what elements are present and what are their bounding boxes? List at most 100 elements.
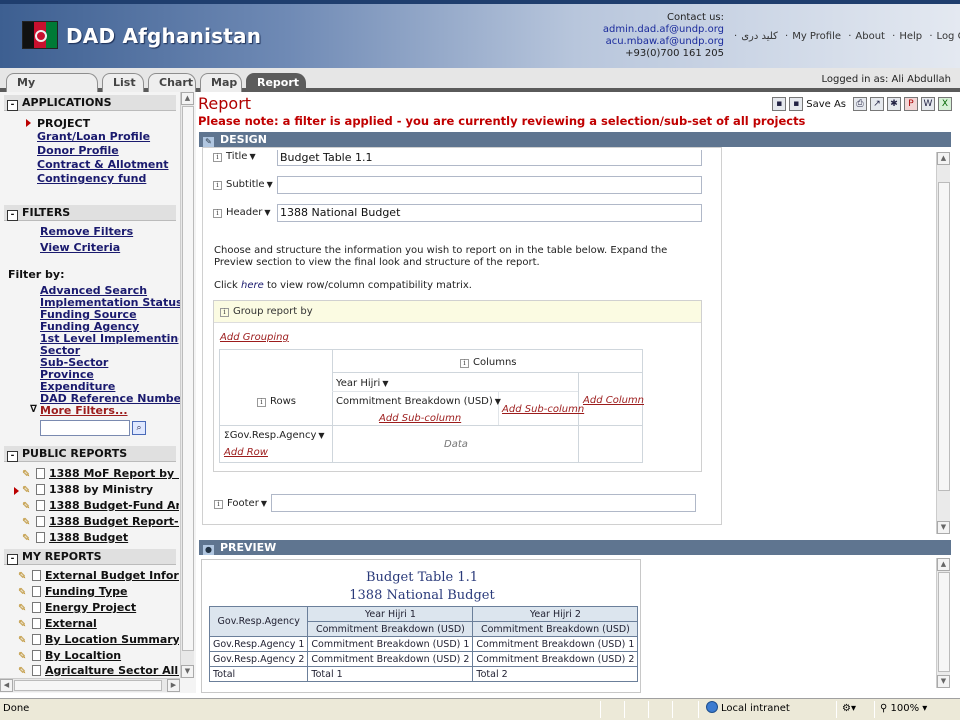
save-icon[interactable]: ▪: [772, 97, 787, 111]
info-icon[interactable]: i: [213, 209, 222, 218]
my-report-item[interactable]: ✎ Funding Type: [18, 585, 179, 600]
scroll-down-arrow-icon[interactable]: ▼: [181, 665, 194, 678]
chevron-down-icon[interactable]: ▼: [495, 397, 501, 406]
info-icon[interactable]: i: [213, 153, 222, 162]
scroll-down-arrow-icon[interactable]: ▼: [937, 675, 950, 688]
header-field-label[interactable]: i Header ▼: [213, 207, 271, 218]
help-link[interactable]: Help: [899, 31, 922, 42]
collapse-toggle-icon[interactable]: -: [7, 451, 18, 462]
save-as-label[interactable]: Save As: [806, 99, 846, 110]
contact-email-2[interactable]: acu.mbaw.af@undp.org: [590, 36, 724, 48]
edit-pencil-icon[interactable]: ✎: [22, 485, 32, 496]
chevron-down-icon[interactable]: ▼: [267, 180, 273, 189]
edit-pencil-icon[interactable]: ✎: [22, 517, 32, 528]
language-link[interactable]: کلید دری: [741, 31, 778, 42]
public-report-item[interactable]: ✎ 1388 Budget Report- I: [22, 515, 179, 530]
info-icon[interactable]: i: [257, 398, 266, 407]
tab-chart[interactable]: Chart: [148, 73, 196, 92]
footer-input[interactable]: [271, 494, 696, 512]
scroll-down-arrow-icon[interactable]: ▼: [937, 521, 950, 534]
edit-pencil-icon[interactable]: ✎: [22, 533, 32, 544]
scroll-right-arrow-icon[interactable]: ▶: [167, 679, 180, 692]
preview-vertical-scrollbar[interactable]: ▲ ▼: [936, 558, 950, 688]
tab-list[interactable]: List: [102, 73, 144, 92]
scroll-thumb[interactable]: [14, 680, 162, 691]
my-report-item[interactable]: ✎External Budget Information: [18, 569, 179, 584]
chevron-down-icon[interactable]: ▼: [318, 431, 324, 440]
contact-email-1[interactable]: admin.dad.af@undp.org: [590, 24, 724, 36]
scroll-up-arrow-icon[interactable]: ▲: [181, 92, 194, 105]
scroll-thumb[interactable]: [938, 182, 950, 491]
edit-pencil-icon[interactable]: ✎: [18, 651, 28, 662]
pdf-export-icon[interactable]: P: [904, 97, 918, 111]
info-icon[interactable]: i: [213, 181, 222, 190]
scroll-up-arrow-icon[interactable]: ▲: [937, 558, 950, 571]
about-link[interactable]: About: [855, 31, 885, 42]
title-field-label[interactable]: i Title ▼: [213, 151, 256, 162]
edit-pencil-icon[interactable]: ✎: [18, 587, 28, 598]
protected-mode-icon[interactable]: ⚙▾: [842, 699, 856, 719]
preview-section-bar[interactable]: ● PREVIEW: [199, 540, 951, 555]
my-report-item[interactable]: ✎ Agricalture Sector All P: [18, 664, 179, 679]
collapse-toggle-icon[interactable]: -: [7, 100, 18, 111]
my-report-item[interactable]: ✎ By Localtion: [18, 649, 179, 664]
chevron-down-icon[interactable]: ▼: [249, 152, 255, 161]
add-column-link[interactable]: Add Column: [583, 395, 644, 406]
subtitle-field-label[interactable]: i Subtitle ▼: [213, 179, 273, 190]
excel-export-icon[interactable]: X: [938, 97, 952, 111]
my-profile-link[interactable]: My Profile: [792, 31, 841, 42]
my-reports-header[interactable]: - MY REPORTS: [4, 549, 176, 565]
tab-my-portfolio[interactable]: My Portfolio: [6, 73, 98, 106]
edit-pencil-icon[interactable]: ✎: [18, 619, 28, 630]
subtitle-input[interactable]: [277, 176, 702, 194]
public-report-item[interactable]: ✎ 1388 Budget-Fund And: [22, 499, 179, 514]
public-report-item[interactable]: ✎ 1388 Budget: [22, 531, 179, 546]
log-off-link[interactable]: Log Off: [937, 31, 960, 42]
collapse-toggle-icon[interactable]: -: [7, 210, 18, 221]
word-export-icon[interactable]: W: [921, 97, 935, 111]
header-input[interactable]: 1388 National Budget: [277, 204, 702, 222]
edit-pencil-icon[interactable]: ✎: [18, 603, 28, 614]
app-item-contract-allotment[interactable]: Contract & Allotment: [37, 158, 168, 171]
scroll-thumb[interactable]: [938, 572, 950, 672]
info-icon[interactable]: i: [460, 359, 469, 368]
row-field-gov-resp-agency[interactable]: ΣGov.Resp.Agency ▼: [224, 430, 325, 441]
app-item-contingency-fund[interactable]: Contingency fund: [37, 172, 146, 185]
column-field-commitment[interactable]: Commitment Breakdown (USD) ▼: [336, 396, 501, 407]
sidebar-horizontal-scrollbar[interactable]: ◀ ▶: [0, 678, 180, 692]
public-reports-header[interactable]: - PUBLIC REPORTS: [4, 446, 176, 462]
filter-search-input[interactable]: [40, 420, 130, 436]
chevron-down-icon[interactable]: ▼: [382, 379, 388, 388]
my-report-item[interactable]: ✎ External: [18, 617, 179, 632]
design-section-bar[interactable]: ✎ DESIGN: [199, 132, 951, 147]
app-item-donor-profile[interactable]: Donor Profile: [37, 144, 119, 157]
filters-header[interactable]: - FILTERS: [4, 205, 176, 221]
remove-filters-link[interactable]: Remove Filters: [40, 225, 133, 238]
print-icon[interactable]: ⎙: [853, 97, 867, 111]
sidebar-vertical-scrollbar[interactable]: ▲ ▼: [180, 92, 194, 678]
footer-field-label[interactable]: i Footer ▼: [214, 498, 267, 509]
add-grouping-link[interactable]: Add Grouping: [220, 332, 289, 343]
more-filters-link[interactable]: More Filters...: [40, 404, 128, 417]
public-report-item[interactable]: ✎1388 MoF Report by Donor: [22, 467, 179, 482]
save-as-icon[interactable]: ▪: [789, 97, 804, 111]
edit-pencil-icon[interactable]: ✎: [18, 571, 28, 582]
scroll-thumb[interactable]: [182, 106, 194, 651]
add-sub-column-link[interactable]: Add Sub-column: [502, 404, 584, 415]
view-criteria-link[interactable]: View Criteria: [40, 241, 120, 254]
column-field-year-hijri[interactable]: Year Hijri ▼: [336, 378, 388, 389]
info-icon[interactable]: i: [214, 500, 223, 509]
tab-report[interactable]: Report: [246, 73, 306, 92]
share-icon[interactable]: ↗: [870, 97, 884, 111]
collapse-toggle-icon[interactable]: -: [7, 554, 18, 565]
app-item-project[interactable]: PROJECT: [37, 117, 90, 130]
chevron-down-icon[interactable]: ▼: [264, 208, 270, 217]
tab-map[interactable]: Map: [200, 73, 242, 92]
compatibility-matrix-link[interactable]: here: [241, 280, 264, 291]
public-report-item[interactable]: ✎ 1388 by Ministry: [22, 483, 179, 498]
add-sub-column-link[interactable]: Add Sub-column: [379, 413, 461, 424]
settings-icon[interactable]: ✱: [887, 97, 901, 111]
edit-pencil-icon[interactable]: ✎: [22, 469, 32, 480]
scroll-left-arrow-icon[interactable]: ◀: [0, 679, 13, 692]
chevron-down-icon[interactable]: ▼: [261, 499, 267, 508]
